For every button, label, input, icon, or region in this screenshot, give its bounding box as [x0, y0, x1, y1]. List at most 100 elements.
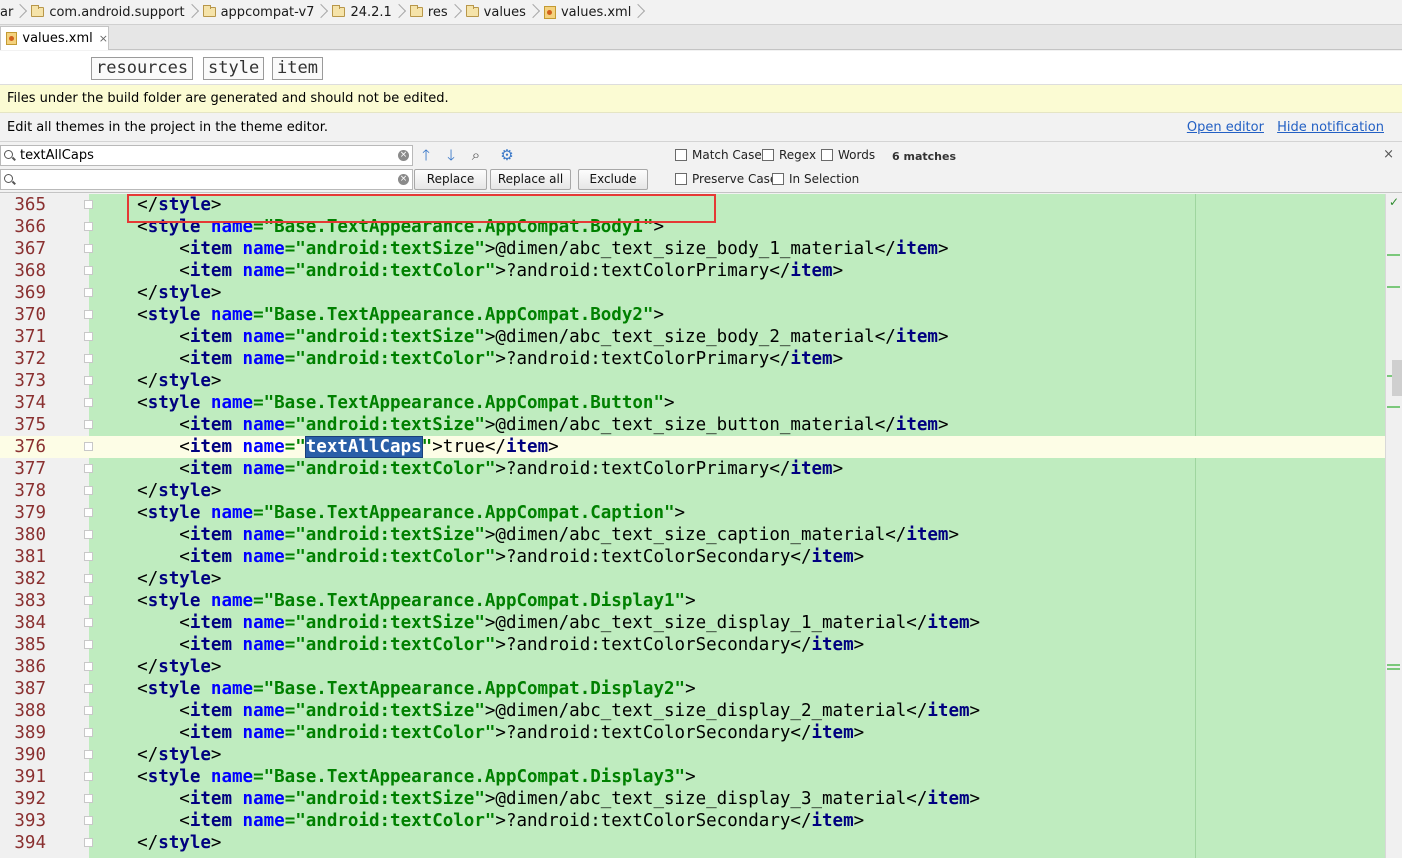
code-line[interactable]: 370 <style name="Base.TextAppearance.App…: [0, 304, 1385, 326]
fold-marker-icon[interactable]: [84, 574, 93, 583]
code-line[interactable]: 377 <item name="android:textColor">?andr…: [0, 458, 1385, 480]
scroll-marker[interactable]: [1387, 668, 1400, 670]
fold-marker-icon[interactable]: [84, 200, 93, 209]
code-line[interactable]: 391 <style name="Base.TextAppearance.App…: [0, 766, 1385, 788]
replace-input[interactable]: ×: [0, 169, 413, 190]
match-case-checkbox[interactable]: Match Case: [675, 148, 762, 162]
regex-checkbox[interactable]: Regex: [762, 148, 816, 162]
code-line[interactable]: 389 <item name="android:textColor">?andr…: [0, 722, 1385, 744]
code-editor[interactable]: 365 </style> 366 <style name="Base.TextAp…: [0, 194, 1402, 858]
code-line[interactable]: 374 <style name="Base.TextAppearance.App…: [0, 392, 1385, 414]
tag-path-resources[interactable]: resources: [91, 57, 194, 80]
code-line[interactable]: 390 </style>: [0, 744, 1385, 766]
fold-marker-icon[interactable]: [84, 266, 93, 275]
close-find-icon[interactable]: ×: [1383, 147, 1394, 162]
breadcrumb-item[interactable]: values.xml: [538, 0, 635, 24]
replace-all-button[interactable]: Replace all: [490, 169, 571, 190]
fold-marker-icon[interactable]: [84, 442, 93, 451]
fold-marker-icon[interactable]: [84, 420, 93, 429]
fold-marker-icon[interactable]: [84, 596, 93, 605]
fold-marker-icon[interactable]: [84, 662, 93, 671]
code-line[interactable]: 388 <item name="android:textSize">@dimen…: [0, 700, 1385, 722]
fold-marker-icon[interactable]: [84, 222, 93, 231]
code-line[interactable]: 379 <style name="Base.TextAppearance.App…: [0, 502, 1385, 524]
breadcrumb-item[interactable]: values: [460, 0, 530, 24]
fold-marker-icon[interactable]: [84, 706, 93, 715]
scroll-marker[interactable]: [1387, 254, 1400, 256]
code-line[interactable]: 372 <item name="android:textColor">?andr…: [0, 348, 1385, 370]
code-line[interactable]: 383 <style name="Base.TextAppearance.App…: [0, 590, 1385, 612]
preserve-case-checkbox[interactable]: Preserve Case: [675, 172, 777, 186]
search-input[interactable]: textAllCaps ×: [0, 145, 413, 166]
code-line[interactable]: 369 </style>: [0, 282, 1385, 304]
find-all-icon[interactable]: ⌕: [467, 146, 485, 164]
code-line[interactable]: 375 <item name="android:textSize">@dimen…: [0, 414, 1385, 436]
code-line[interactable]: 393 <item name="android:textColor">?andr…: [0, 810, 1385, 832]
code-line[interactable]: 386 </style>: [0, 656, 1385, 678]
fold-marker-icon[interactable]: [84, 332, 93, 341]
tag-path-style[interactable]: style: [203, 57, 265, 80]
fold-marker-icon[interactable]: [84, 354, 93, 363]
fold-marker-icon[interactable]: [84, 772, 93, 781]
code-line[interactable]: 368 <item name="android:textColor">?andr…: [0, 260, 1385, 282]
fold-marker-icon[interactable]: [84, 684, 93, 693]
breadcrumb-item[interactable]: 24.2.1: [326, 0, 395, 24]
scroll-marker[interactable]: [1387, 286, 1400, 288]
code-line[interactable]: 385 <item name="android:textColor">?andr…: [0, 634, 1385, 656]
code-line[interactable]: 367 <item name="android:textSize">@dimen…: [0, 238, 1385, 260]
words-checkbox[interactable]: Words: [821, 148, 875, 162]
fold-marker-icon[interactable]: [84, 838, 93, 847]
code-line[interactable]: 392 <item name="android:textSize">@dimen…: [0, 788, 1385, 810]
scroll-marker[interactable]: [1387, 406, 1400, 408]
code-line[interactable]: 387 <style name="Base.TextAppearance.App…: [0, 678, 1385, 700]
preserve-case-box[interactable]: [675, 173, 687, 185]
fold-marker-icon[interactable]: [84, 464, 93, 473]
tag-path-item[interactable]: item: [272, 57, 323, 80]
replace-button[interactable]: Replace: [414, 169, 487, 190]
fold-marker-icon[interactable]: [84, 728, 93, 737]
settings-gear-icon[interactable]: ⚙: [498, 146, 516, 164]
fold-marker-icon[interactable]: [84, 750, 93, 759]
scroll-thumb[interactable]: [1392, 360, 1402, 396]
code-line[interactable]: 382 </style>: [0, 568, 1385, 590]
in-selection-box[interactable]: [772, 173, 784, 185]
regex-box[interactable]: [762, 149, 774, 161]
open-editor-link[interactable]: Open editor: [1187, 120, 1264, 135]
code-line[interactable]: 394 </style>: [0, 832, 1385, 854]
breadcrumb-item[interactable]: com.android.support: [25, 0, 188, 24]
code-line[interactable]: 380 <item name="android:textSize">@dimen…: [0, 524, 1385, 546]
fold-marker-icon[interactable]: [84, 244, 93, 253]
exclude-button[interactable]: Exclude: [578, 169, 648, 190]
match-case-box[interactable]: [675, 149, 687, 161]
close-tab-icon[interactable]: ×: [99, 32, 108, 45]
code-line[interactable]: 376 <item name="textAllCaps">true</item>: [0, 436, 1385, 458]
in-selection-checkbox[interactable]: In Selection: [772, 172, 859, 186]
code-line[interactable]: 373 </style>: [0, 370, 1385, 392]
fold-marker-icon[interactable]: [84, 288, 93, 297]
fold-marker-icon[interactable]: [84, 530, 93, 539]
fold-marker-icon[interactable]: [84, 552, 93, 561]
fold-marker-icon[interactable]: [84, 618, 93, 627]
previous-occurrence-icon[interactable]: 🡑: [417, 146, 435, 164]
fold-marker-icon[interactable]: [84, 398, 93, 407]
next-occurrence-icon[interactable]: 🡓: [442, 146, 460, 164]
fold-marker-icon[interactable]: [84, 310, 93, 319]
breadcrumb-item[interactable]: res: [404, 0, 452, 24]
clear-search-icon[interactable]: ×: [398, 150, 409, 161]
fold-marker-icon[interactable]: [84, 640, 93, 649]
hide-notification-link[interactable]: Hide notification: [1277, 120, 1384, 135]
scroll-marker[interactable]: [1387, 664, 1400, 666]
breadcrumb-item[interactable]: appcompat-v7: [197, 0, 319, 24]
clear-replace-icon[interactable]: ×: [398, 174, 409, 185]
fold-marker-icon[interactable]: [84, 794, 93, 803]
code-line[interactable]: 371 <item name="android:textSize">@dimen…: [0, 326, 1385, 348]
fold-marker-icon[interactable]: [84, 376, 93, 385]
fold-marker-icon[interactable]: [84, 486, 93, 495]
fold-marker-icon[interactable]: [84, 816, 93, 825]
tab-values-xml[interactable]: values.xml ×: [0, 26, 109, 50]
words-box[interactable]: [821, 149, 833, 161]
code-line[interactable]: 384 <item name="android:textSize">@dimen…: [0, 612, 1385, 634]
code-line[interactable]: 381 <item name="android:textColor">?andr…: [0, 546, 1385, 568]
code-line[interactable]: 378 </style>: [0, 480, 1385, 502]
editor-scrollbar[interactable]: ✓: [1385, 194, 1402, 858]
